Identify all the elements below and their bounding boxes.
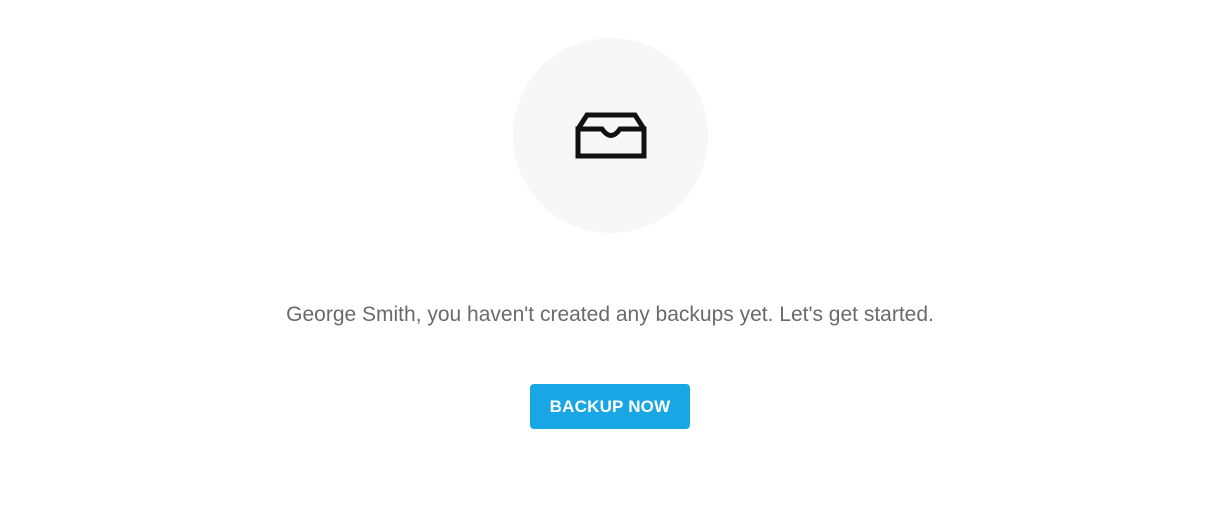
- backup-now-button[interactable]: BACKUP NOW: [530, 384, 690, 429]
- empty-icon-circle: [513, 38, 708, 233]
- empty-state-message: George Smith, you haven't created any ba…: [286, 303, 934, 326]
- backups-empty-state: George Smith, you haven't created any ba…: [0, 0, 1220, 515]
- inbox-tray-icon: [575, 112, 647, 160]
